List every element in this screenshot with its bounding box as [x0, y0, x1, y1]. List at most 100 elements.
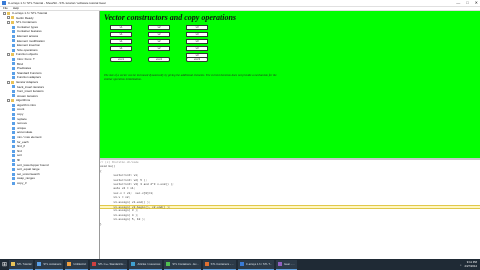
- taskbar-item[interactable]: Untitled.txt: [65, 259, 89, 270]
- page-icon: [12, 181, 15, 185]
- page-icon: [12, 135, 15, 139]
- page-icon: [12, 167, 15, 171]
- vector-element-box: v1: [110, 46, 132, 51]
- taskbar-item[interactable]: STL containers: [35, 259, 64, 270]
- taskbar-item-label: STL containers: [43, 262, 62, 266]
- taskbar-item[interactable]: Gear - ...: [276, 259, 297, 270]
- vector-element-box: v3: [186, 25, 208, 30]
- page-icon: [12, 145, 15, 149]
- expand-toggle-icon[interactable]: [7, 20, 10, 24]
- vector-element-box: v1: [110, 32, 132, 37]
- page-icon: [12, 39, 15, 43]
- lesson-description: The size of a vector can be increased dy…: [104, 73, 277, 81]
- code-editor[interactable]: // (c) thurstin.ch/code void Go(){ vector…: [100, 160, 480, 259]
- app-icon: [37, 262, 42, 266]
- page-icon: [12, 57, 15, 61]
- taskbar-item[interactable]: Articles / resources: [129, 259, 163, 270]
- page-icon: [12, 43, 15, 47]
- page-icon: [12, 30, 15, 34]
- app-icon: [204, 262, 209, 266]
- page-icon: [12, 76, 15, 80]
- taskbar-item-label: STL C++ Standard Li...: [98, 262, 126, 266]
- taskbar-item-label: Untitled.txt: [73, 262, 87, 266]
- taskbar-item-label: Articles / resources: [137, 262, 161, 266]
- tutorial-tree: C-arrays 1.h / STL Tutorial Gettin Ready S…: [0, 11, 100, 259]
- taskbar-item-label: C-arrays 1.h / STL T...: [245, 262, 273, 266]
- taskbar-item[interactable]: STL C++ Standard Li...: [90, 259, 128, 270]
- start-icon[interactable]: ⊞: [0, 259, 9, 270]
- system-tray: ♪ 9:11 PM 2/27/2014: [460, 259, 477, 270]
- page-icon: [12, 108, 15, 112]
- page-icon: [12, 122, 15, 126]
- expand-toggle-icon[interactable]: [3, 11, 6, 15]
- page-icon: [12, 131, 15, 135]
- page-icon: [12, 94, 15, 98]
- vector-element-box: v2: [148, 46, 170, 51]
- taskbar-item[interactable]: C-arrays 1.h / STL T...: [237, 259, 275, 270]
- folder-icon: [7, 11, 10, 15]
- vector-element-box: v3: [186, 32, 208, 37]
- page-icon: [12, 71, 15, 75]
- page-icon: [12, 112, 15, 116]
- folder-icon: [11, 53, 14, 57]
- folder-icon: [11, 80, 14, 84]
- vector-element-box: v2: [148, 32, 170, 37]
- page-icon: [12, 149, 15, 153]
- page-icon: [12, 103, 15, 107]
- expand-toggle-icon[interactable]: [7, 80, 10, 84]
- vector-element-box: v3: [186, 46, 208, 51]
- page-icon: [12, 117, 15, 121]
- folder-icon: [11, 99, 14, 103]
- vector-caption: vec3: [186, 57, 208, 62]
- lesson-heading: Vector constructors and copy operations: [104, 13, 237, 22]
- volume-icon[interactable]: ♪: [460, 263, 461, 267]
- taskbar-item-label: STL Containers - ...: [210, 262, 234, 266]
- app-icon: [239, 262, 244, 266]
- taskbar-item-label: Gear - ...: [284, 262, 295, 266]
- app-icon: [131, 262, 136, 266]
- folder-icon: [11, 16, 14, 20]
- app-icon: [278, 262, 283, 266]
- taskbar-item[interactable]: STL Containers - Ex...: [164, 259, 201, 270]
- menu-help[interactable]: Help: [13, 6, 19, 10]
- expand-toggle-icon[interactable]: [7, 99, 10, 103]
- folder-icon: [11, 20, 14, 24]
- vector-element-box: v3: [186, 39, 208, 44]
- taskbar-item-label: STL Containers - Ex...: [172, 262, 199, 266]
- expand-toggle-icon[interactable]: [7, 16, 10, 20]
- clock[interactable]: 9:11 PM 2/27/2014: [464, 261, 477, 268]
- app-icon: [92, 262, 97, 266]
- window-title: C-arrays 1.h / STL Tutorial - ShowStl - …: [8, 1, 106, 5]
- page-icon: [12, 66, 15, 70]
- tree-item[interactable]: copy_if: [0, 181, 99, 186]
- lesson-diagram-panel: Vector constructors and copy operations …: [100, 11, 480, 158]
- taskbar-item-label: STL Tutorial: [17, 262, 32, 266]
- page-icon: [12, 34, 15, 38]
- app-icon: [2, 1, 6, 5]
- vector-element-box: v2: [148, 25, 170, 30]
- vector-caption: vec1: [110, 57, 132, 62]
- taskbar-item[interactable]: STL Containers - ...: [202, 259, 236, 270]
- menu-file[interactable]: File: [3, 6, 8, 10]
- vector-caption: vec2: [148, 57, 170, 62]
- tree-item-label: copy_if: [17, 180, 27, 185]
- page-icon: [12, 163, 15, 167]
- vector-element-box: v1: [110, 25, 132, 30]
- expand-toggle-icon[interactable]: [7, 53, 10, 57]
- app-icon: [166, 262, 171, 266]
- page-icon: [12, 154, 15, 158]
- code-line[interactable]: }: [100, 223, 480, 227]
- page-icon: [12, 126, 15, 130]
- page-icon: [12, 25, 15, 29]
- vector-element-box: v2: [148, 39, 170, 44]
- app-icon: [67, 262, 72, 266]
- vector-element-box: v1: [110, 39, 132, 44]
- page-icon: [12, 89, 15, 93]
- clock-date: 2/27/2014: [464, 263, 477, 268]
- page-icon: [12, 172, 15, 176]
- page-icon: [12, 48, 15, 52]
- app-icon: [11, 262, 15, 266]
- page-icon: [12, 62, 15, 66]
- taskbar-item[interactable]: STL Tutorial: [9, 259, 34, 270]
- page-icon: [12, 85, 15, 89]
